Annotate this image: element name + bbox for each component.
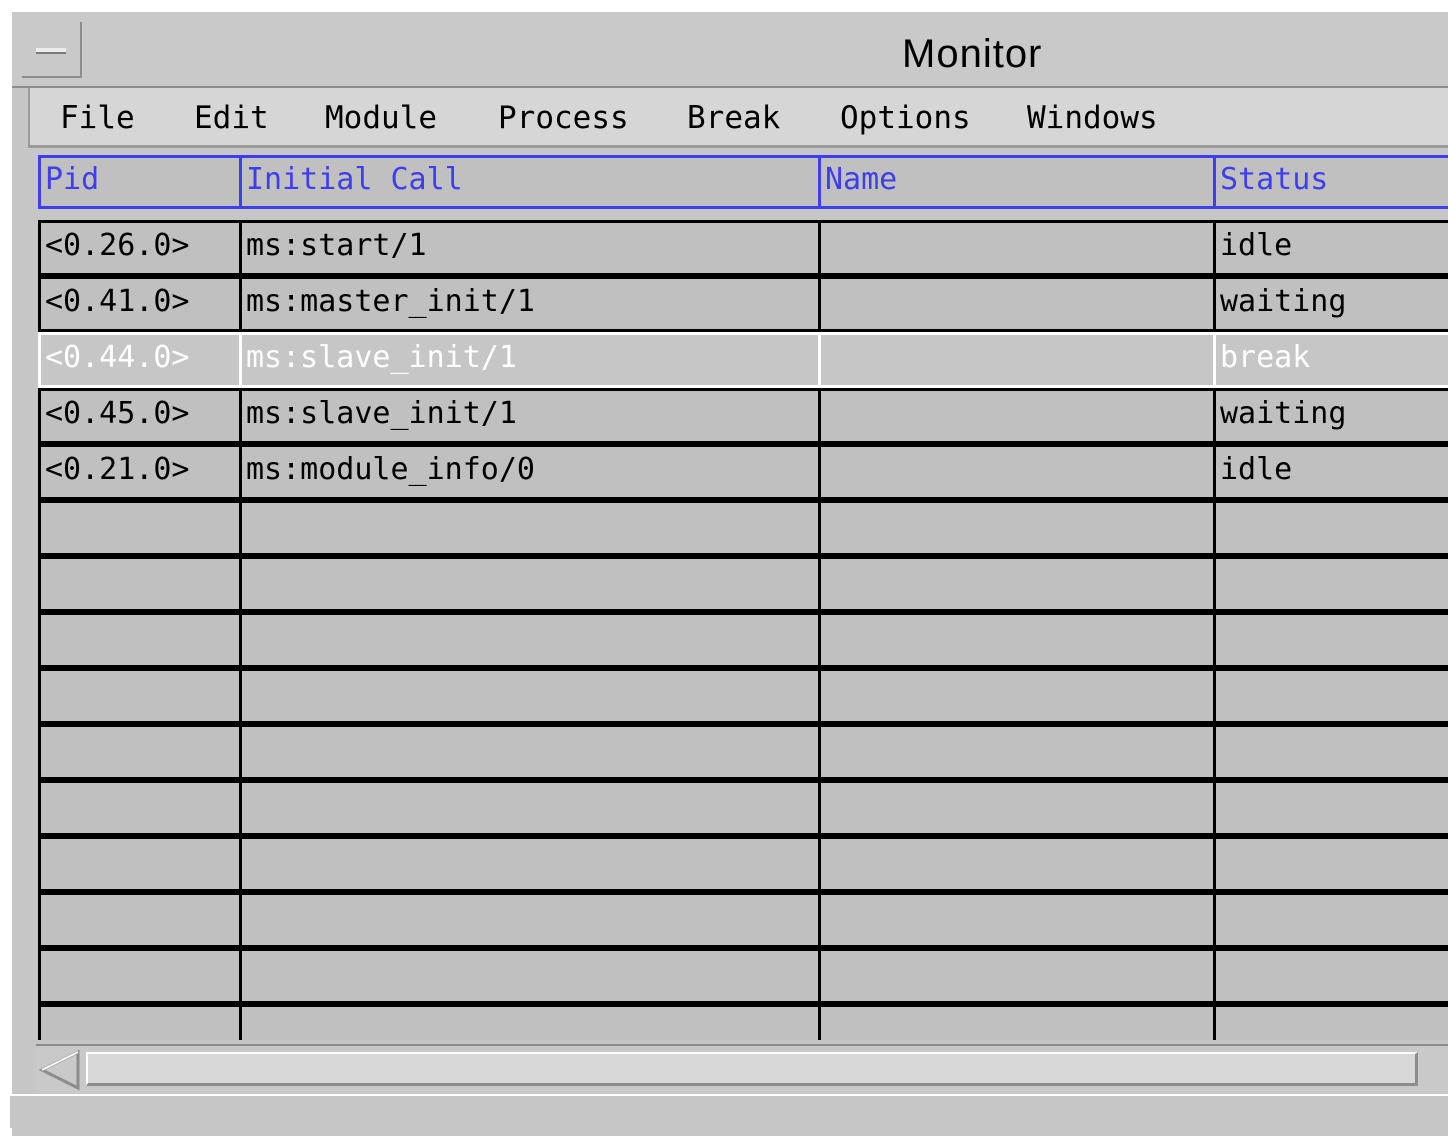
- cell-pid[interactable]: [38, 948, 242, 1004]
- cell-status[interactable]: [1213, 724, 1448, 780]
- cell-name[interactable]: [818, 724, 1216, 780]
- cell-status[interactable]: [1213, 948, 1448, 1004]
- cell-pid[interactable]: [38, 724, 242, 780]
- cell-name[interactable]: [818, 780, 1216, 836]
- cell-pid[interactable]: [38, 612, 242, 668]
- cell-status[interactable]: waiting: [1213, 276, 1448, 332]
- column-header-pid[interactable]: Pid: [38, 155, 242, 209]
- cell-initial-call[interactable]: [239, 1004, 821, 1040]
- cell-initial-call[interactable]: ms:master_init/1: [239, 276, 821, 332]
- cell-name[interactable]: [818, 220, 1216, 276]
- cell-initial-call[interactable]: ms:slave_init/1: [239, 388, 821, 444]
- cell-pid[interactable]: [38, 780, 242, 836]
- cell-pid[interactable]: [38, 556, 242, 612]
- cell-initial-call[interactable]: [239, 836, 821, 892]
- column-header-name[interactable]: Name: [818, 155, 1216, 209]
- window-title: Monitor: [902, 32, 1043, 76]
- cell-initial-call[interactable]: ms:module_info/0: [239, 444, 821, 500]
- menu-process[interactable]: Process: [498, 100, 629, 136]
- cell-pid[interactable]: [38, 892, 242, 948]
- cell-status[interactable]: [1213, 892, 1448, 948]
- cell-initial-call[interactable]: [239, 612, 821, 668]
- horizontal-scrollbar[interactable]: [36, 1044, 1448, 1094]
- title-bar[interactable]: Monitor: [12, 12, 1448, 88]
- cell-pid[interactable]: [38, 1004, 242, 1040]
- column-header-status[interactable]: Status: [1213, 155, 1448, 209]
- scrollbar-thumb[interactable]: [86, 1052, 1418, 1086]
- cell-status[interactable]: [1213, 500, 1448, 556]
- cell-status[interactable]: idle: [1213, 444, 1448, 500]
- menu-break[interactable]: Break: [687, 100, 780, 136]
- cell-name[interactable]: [818, 1004, 1216, 1040]
- cell-initial-call[interactable]: [239, 556, 821, 612]
- cell-name[interactable]: [818, 444, 1216, 500]
- window-menu-icon: [36, 48, 66, 54]
- cell-pid[interactable]: <0.26.0>: [38, 220, 242, 276]
- window-menu-button[interactable]: [22, 22, 82, 78]
- cell-initial-call[interactable]: [239, 724, 821, 780]
- cell-status[interactable]: [1213, 556, 1448, 612]
- menu-options[interactable]: Options: [840, 100, 971, 136]
- cell-initial-call[interactable]: ms:slave_init/1: [239, 332, 821, 388]
- cell-initial-call[interactable]: [239, 892, 821, 948]
- cell-name[interactable]: [818, 332, 1216, 388]
- cell-initial-call[interactable]: [239, 500, 821, 556]
- cell-pid[interactable]: [38, 836, 242, 892]
- cell-pid[interactable]: <0.45.0>: [38, 388, 242, 444]
- cell-name[interactable]: [818, 276, 1216, 332]
- column-header-initial-call[interactable]: Initial Call: [239, 155, 821, 209]
- cell-name[interactable]: [818, 668, 1216, 724]
- cell-name[interactable]: [818, 556, 1216, 612]
- process-table: Pid Initial Call Name Status <0.26.0> ms:…: [28, 155, 1448, 1040]
- cell-initial-call[interactable]: ms:start/1: [239, 220, 821, 276]
- cell-status[interactable]: [1213, 668, 1448, 724]
- menu-file[interactable]: File: [60, 100, 135, 136]
- cell-name[interactable]: [818, 836, 1216, 892]
- cell-name[interactable]: [818, 388, 1216, 444]
- menu-module[interactable]: Module: [325, 100, 437, 136]
- window-footer: [10, 1094, 1448, 1128]
- menu-windows[interactable]: Windows: [1027, 100, 1158, 136]
- cell-status[interactable]: [1213, 612, 1448, 668]
- menu-bar: File Edit Module Process Break Options W…: [28, 88, 1448, 148]
- cell-pid[interactable]: [38, 500, 242, 556]
- cell-name[interactable]: [818, 612, 1216, 668]
- menu-edit[interactable]: Edit: [194, 100, 269, 136]
- cell-name[interactable]: [818, 892, 1216, 948]
- scroll-left-arrow-icon[interactable]: [38, 1048, 82, 1092]
- cell-initial-call[interactable]: [239, 780, 821, 836]
- cell-initial-call[interactable]: [239, 948, 821, 1004]
- cell-status[interactable]: break: [1213, 332, 1448, 388]
- cell-pid[interactable]: <0.41.0>: [38, 276, 242, 332]
- cell-status[interactable]: [1213, 780, 1448, 836]
- cell-initial-call[interactable]: [239, 668, 821, 724]
- cell-status[interactable]: [1213, 836, 1448, 892]
- cell-pid[interactable]: <0.21.0>: [38, 444, 242, 500]
- cell-status[interactable]: idle: [1213, 220, 1448, 276]
- cell-status[interactable]: [1213, 1004, 1448, 1040]
- cell-pid[interactable]: [38, 668, 242, 724]
- cell-status[interactable]: waiting: [1213, 388, 1448, 444]
- cell-name[interactable]: [818, 500, 1216, 556]
- cell-name[interactable]: [818, 948, 1216, 1004]
- cell-pid[interactable]: <0.44.0>: [38, 332, 242, 388]
